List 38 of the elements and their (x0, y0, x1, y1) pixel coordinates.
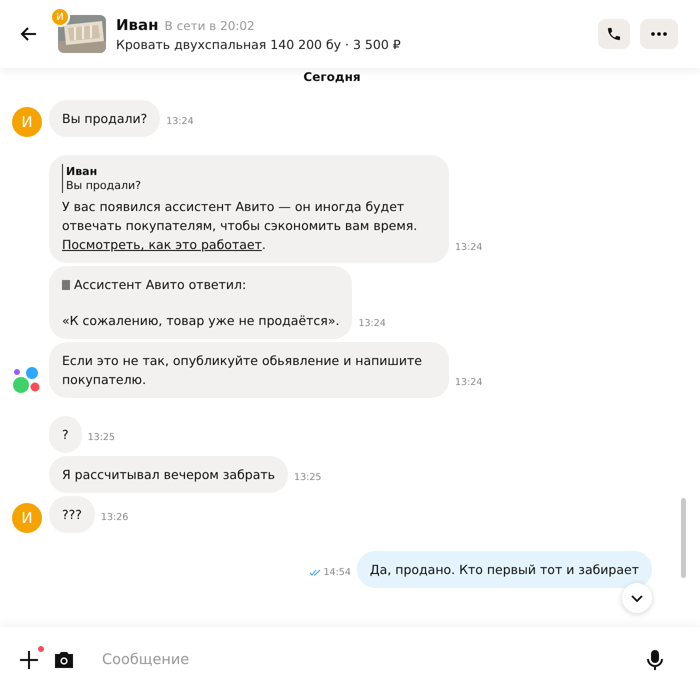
message-time: 13:24 (358, 318, 386, 329)
message-text: ? (62, 427, 69, 442)
message-time: 13:24 (455, 377, 482, 388)
plus-icon (18, 649, 40, 671)
message-time: 13:24 (166, 116, 194, 127)
message-text: У вас появился ассистент Авито — он иногда будет отвечать покупателям, чтобы сэкономить вам время. Посмотреть, как это работает. (62, 198, 418, 254)
user-avatar: И (50, 7, 70, 27)
scrollbar[interactable] (681, 498, 686, 578)
message-time: 13:25 (88, 432, 116, 443)
call-button[interactable] (598, 19, 630, 49)
listing-title: Кровать двухспальная 140 200 бу · 3 500 ₽ (116, 37, 402, 52)
scroll-down-button[interactable] (622, 583, 652, 613)
user-avatar: И (12, 503, 42, 533)
date-label: Сегодня (302, 70, 362, 84)
quote-text: Вы продали? (66, 179, 142, 193)
online-status: В сети в 20:02 (164, 19, 255, 33)
message-time: 13:25 (294, 472, 322, 483)
more-icon (651, 32, 667, 36)
camera-icon (54, 651, 74, 669)
how-it-works-link[interactable]: Посмотреть, как это работает (62, 237, 262, 252)
quote-author: Иван (66, 164, 98, 179)
robot-icon (62, 280, 70, 290)
assistant-logo-icon (12, 366, 42, 394)
phone-icon (606, 26, 622, 42)
message-time: 13:26 (100, 512, 128, 523)
assistant-title: Ассистент Авито ответил: (74, 276, 246, 294)
more-button[interactable] (640, 19, 678, 49)
user-avatar: И (12, 107, 42, 137)
message-time: 13:24 (455, 242, 482, 253)
message-text: «К сожалению, товар уже не продаётся». (62, 313, 340, 328)
message-text: Я рассчитывал вечером забрать (62, 467, 276, 482)
message-text: Вы продали? (62, 111, 148, 126)
message-text: ??? (62, 507, 82, 522)
message-time: 14:54 (308, 567, 351, 578)
contact-name: Иван (116, 16, 159, 34)
message-text: Если это не так, опубликуйте обьявление и напишите покупателю. (62, 353, 422, 387)
message-text: Да, продано. Кто первый тот и забирает (370, 562, 639, 577)
microphone-icon (647, 649, 663, 671)
